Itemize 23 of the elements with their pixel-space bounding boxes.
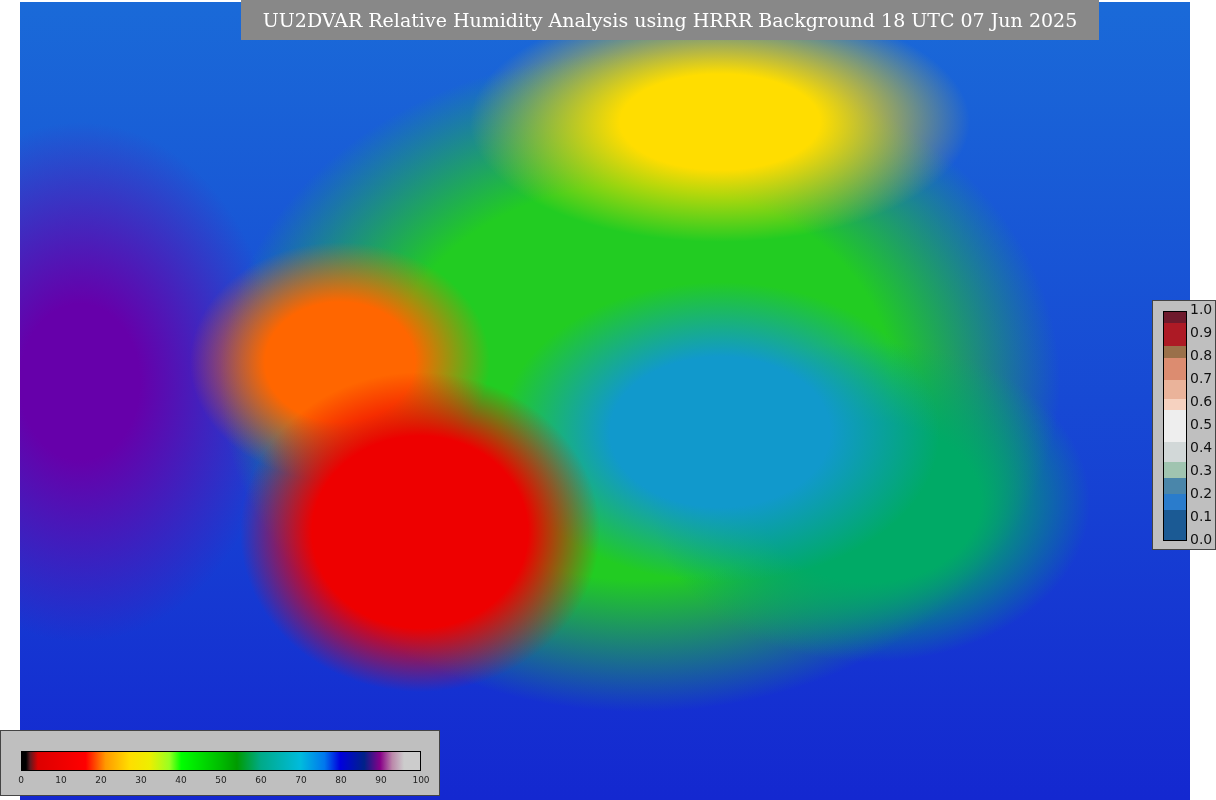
legend-tick-label: 0.3 — [1190, 462, 1213, 478]
map-title: UU2DVAR Relative Humidity Analysis using HRRR Background 18 UTC 07 Jun 2025 — [241, 0, 1099, 40]
colorbar-tick-label: 50 — [215, 775, 227, 785]
legend-tick-label: 0.8 — [1190, 347, 1213, 363]
colorbar-tick-label: 60 — [255, 775, 267, 785]
legend-tick-label: 0.7 — [1190, 370, 1213, 386]
legend-tick-label: 0.1 — [1190, 508, 1213, 524]
colorbar-tick-label: 10 — [55, 775, 67, 785]
legend-tick-label: 0.4 — [1190, 439, 1213, 455]
colorbar-tick-label: 40 — [175, 775, 187, 785]
colorbar-tick-label: 0 — [18, 775, 24, 785]
legend-tick-label: 1.0 — [1190, 301, 1213, 317]
colorbar-tick-label: 90 — [375, 775, 387, 785]
legend-tick-label: 0.0 — [1190, 531, 1213, 547]
colorbar-tick-label: 20 — [95, 775, 107, 785]
colorbar-tick-label: 70 — [295, 775, 307, 785]
legend-tick-label: 0.9 — [1190, 324, 1213, 340]
legend-tick-label: 0.6 — [1190, 393, 1213, 409]
legend-tick-label: 0.2 — [1190, 485, 1213, 501]
colorbar-tick-label: 100 — [412, 775, 430, 785]
colorbar-tick-label: 80 — [335, 775, 347, 785]
legend-tick-label: 0.5 — [1190, 416, 1213, 432]
colorbar-tick-label: 30 — [135, 775, 147, 785]
